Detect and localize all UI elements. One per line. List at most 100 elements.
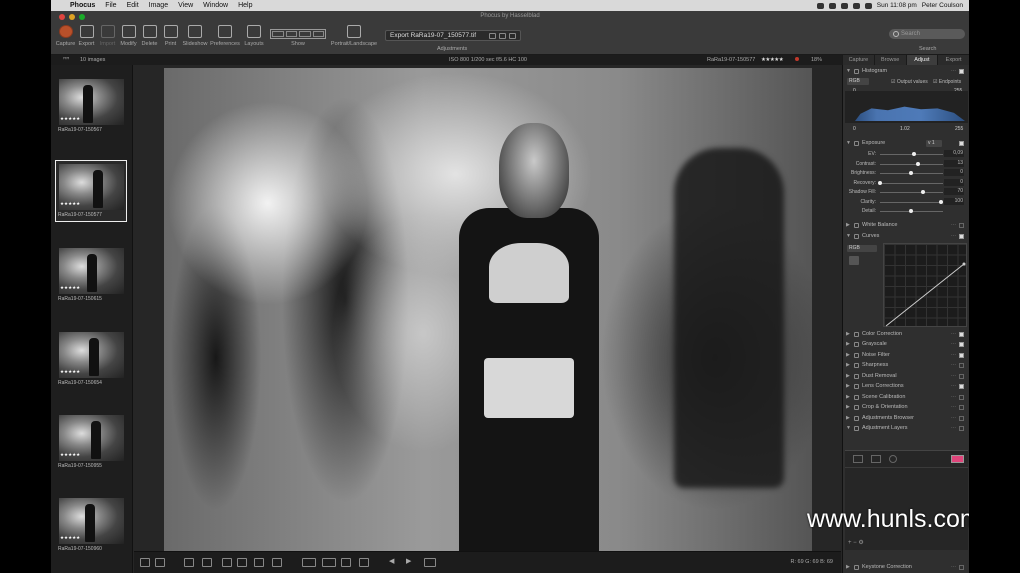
capture-button[interactable]: Capture bbox=[55, 25, 76, 47]
menu-edit[interactable]: Edit bbox=[122, 2, 144, 9]
section-checkbox[interactable] bbox=[959, 140, 964, 146]
section-color-correction[interactable]: ▶ Color Correction ⋯ bbox=[843, 329, 969, 339]
compare-icon[interactable] bbox=[499, 32, 506, 39]
section-sharpness[interactable]: ▶ Sharpness ⋯ bbox=[843, 360, 969, 370]
section-checkbox[interactable] bbox=[959, 564, 964, 570]
wifi-icon[interactable] bbox=[852, 2, 860, 9]
collapse-icon[interactable]: ▼ bbox=[846, 140, 851, 146]
section-checkbox[interactable] bbox=[959, 404, 964, 410]
slider-value-field[interactable]: 0,09 bbox=[944, 150, 964, 157]
zoom-level[interactable]: 18% bbox=[811, 57, 822, 63]
export-button[interactable]: Export bbox=[76, 25, 97, 47]
section-checkbox[interactable] bbox=[959, 362, 964, 368]
thumbnail[interactable]: ★★★★★ RaRa19-07-150615 bbox=[55, 244, 127, 306]
brush-icon[interactable] bbox=[853, 455, 863, 463]
histogram-black-point[interactable]: 0 bbox=[853, 126, 856, 132]
grid-overlay-icon[interactable] bbox=[341, 558, 351, 567]
image-viewer[interactable] bbox=[134, 65, 841, 551]
slider-value-field[interactable]: 13 bbox=[944, 159, 964, 167]
zoom-tool-icon[interactable] bbox=[237, 558, 247, 567]
add-remove-layer-icon[interactable]: + − ⚙ bbox=[848, 539, 864, 546]
section-menu-icon[interactable]: ⋯ bbox=[951, 331, 956, 337]
collapse-icon[interactable]: ▼ bbox=[846, 425, 851, 431]
hand-tool-icon[interactable] bbox=[254, 558, 264, 567]
rating-stars[interactable]: ★★★★★ bbox=[761, 57, 784, 63]
menu-image[interactable]: Image bbox=[144, 2, 173, 9]
section-menu-icon[interactable]: ⋯ bbox=[951, 222, 956, 228]
section-menu-icon[interactable]: ⋯ bbox=[951, 404, 956, 410]
section-white-balance[interactable]: ▶ White Balance ⋯ bbox=[843, 220, 969, 230]
expand-icon[interactable]: ▶ bbox=[846, 222, 851, 228]
expand-icon[interactable]: ▶ bbox=[846, 331, 851, 337]
thumbnail[interactable]: ★★★★★ RaRa19-07-150654 bbox=[55, 328, 127, 390]
tab-adjust[interactable]: Adjust bbox=[905, 55, 938, 65]
eyedropper-icon[interactable] bbox=[222, 558, 232, 567]
modify-button[interactable]: Modify bbox=[118, 25, 139, 47]
expand-icon[interactable]: ▶ bbox=[846, 394, 851, 400]
slider-knob[interactable] bbox=[920, 190, 925, 194]
section-lens-corrections[interactable]: ▶ Lens Corrections ⋯ bbox=[843, 381, 969, 391]
export-file-box[interactable]: Export RaRa19-07_150577.tif bbox=[385, 30, 521, 41]
section-checkbox[interactable] bbox=[959, 341, 964, 347]
tray-icon[interactable] bbox=[840, 2, 848, 9]
exposure-warning-icon[interactable] bbox=[359, 558, 369, 567]
tray-icon[interactable] bbox=[828, 2, 836, 9]
slider-track[interactable] bbox=[880, 182, 943, 184]
loupe-tool-icon[interactable] bbox=[322, 558, 336, 567]
section-checkbox[interactable] bbox=[959, 373, 964, 379]
section-menu-icon[interactable]: ⋯ bbox=[951, 394, 956, 400]
section-menu-icon[interactable]: ⋯ bbox=[951, 352, 956, 358]
layer-color-swatch[interactable] bbox=[951, 455, 964, 463]
section-noise-filter[interactable]: ▶ Noise Filter ⋯ bbox=[843, 350, 969, 360]
section-checkbox[interactable] bbox=[959, 352, 964, 358]
expand-icon[interactable]: ▶ bbox=[846, 383, 851, 389]
section-scene-calibration[interactable]: ▶ Scene Calibration ⋯ bbox=[843, 392, 969, 402]
lock-icon[interactable] bbox=[509, 32, 516, 39]
histogram-channel-select[interactable]: RGB bbox=[847, 78, 869, 85]
slider-value-field[interactable]: 0 bbox=[944, 169, 964, 176]
grid-view-icon[interactable] bbox=[140, 558, 150, 567]
section-menu-icon[interactable]: ⋯ bbox=[951, 341, 956, 347]
section-crop-orientation[interactable]: ▶ Crop & Orientation ⋯ bbox=[843, 402, 969, 412]
slider-knob[interactable] bbox=[908, 209, 913, 213]
section-checkbox[interactable] bbox=[959, 415, 964, 421]
crop-tool-icon[interactable] bbox=[184, 558, 194, 567]
main-photo[interactable] bbox=[164, 68, 812, 551]
section-checkbox[interactable] bbox=[959, 394, 964, 400]
next-image-icon[interactable]: ▶ bbox=[406, 557, 416, 566]
delete-button[interactable]: Delete bbox=[139, 25, 160, 47]
tab-export[interactable]: Export bbox=[937, 55, 969, 65]
section-menu-icon[interactable]: ⋯ bbox=[951, 68, 956, 74]
compare-view-icon[interactable] bbox=[424, 558, 436, 567]
section-menu-icon[interactable]: ⋯ bbox=[951, 373, 956, 379]
menubar-clock[interactable]: Sun 11:08 pm bbox=[877, 2, 917, 9]
collapse-icon[interactable]: ▼ bbox=[846, 68, 851, 74]
slider-value-field[interactable]: 0 bbox=[944, 178, 964, 186]
annotation-tool-icon[interactable] bbox=[272, 558, 282, 567]
thumbnail[interactable]: ★★★★★ RaRa19-07-150567 bbox=[55, 75, 127, 137]
section-adjustments-browser[interactable]: ▶ Adjustments Browser ⋯ bbox=[843, 413, 969, 423]
slider-track[interactable] bbox=[880, 192, 943, 193]
tab-capture[interactable]: Capture bbox=[842, 55, 874, 65]
section-checkbox[interactable] bbox=[959, 425, 964, 431]
layouts-button[interactable]: Layouts bbox=[241, 25, 267, 47]
menu-file[interactable]: File bbox=[100, 2, 121, 9]
menu-window[interactable]: Window bbox=[198, 2, 233, 9]
slider-knob[interactable] bbox=[908, 171, 913, 175]
section-exposure[interactable]: ▼ Exposure v 1 bbox=[843, 138, 969, 148]
slider-value-field[interactable]: 70 bbox=[944, 188, 964, 195]
menu-app-name[interactable]: Phocus bbox=[65, 2, 100, 9]
straighten-tool-icon[interactable] bbox=[202, 558, 212, 567]
histogram-white-point[interactable]: 255 bbox=[955, 126, 963, 132]
section-menu-icon[interactable]: ⋯ bbox=[951, 233, 956, 239]
expand-icon[interactable]: ▶ bbox=[846, 362, 851, 368]
curves-graph[interactable] bbox=[883, 243, 967, 327]
gradient-icon[interactable] bbox=[871, 455, 881, 463]
folder-icon[interactable]: ꟸꟸ bbox=[63, 57, 69, 63]
tray-icon[interactable] bbox=[816, 2, 824, 9]
slider-knob[interactable] bbox=[878, 180, 882, 185]
section-curves[interactable]: ▼ Curves ⋯ bbox=[843, 231, 969, 241]
expand-icon[interactable]: ▶ bbox=[846, 352, 851, 358]
print-button[interactable]: Print bbox=[160, 25, 181, 47]
thumbnail[interactable]: ★★★★★ RaRa19-07-150955 bbox=[55, 411, 127, 473]
